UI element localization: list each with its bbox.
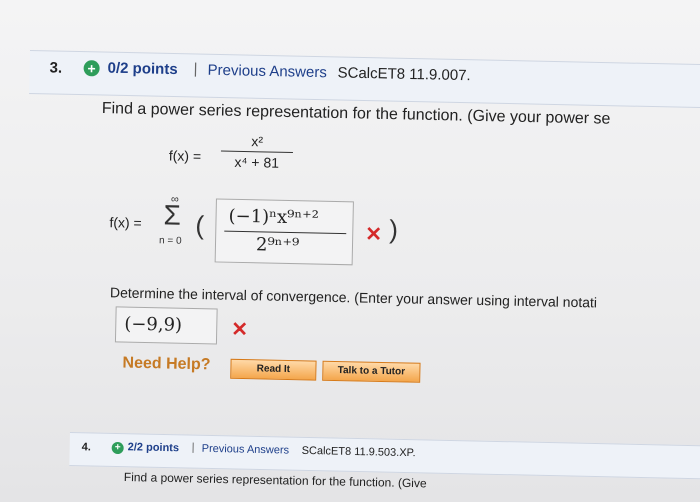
answer-denominator: 2⁹ⁿ⁺⁹ xyxy=(255,234,300,257)
series-answer-field[interactable]: (−1)ⁿx⁹ⁿ⁺² 2⁹ⁿ⁺⁹ xyxy=(214,198,354,266)
answer-numerator: (−1)ⁿx⁹ⁿ⁺² xyxy=(228,205,320,229)
talk-to-tutor-button[interactable]: Talk to a Tutor xyxy=(322,360,421,383)
fraction-bar xyxy=(224,230,347,235)
function-fraction: x² x⁴ + 81 xyxy=(220,132,294,171)
plus-circle-icon[interactable]: + xyxy=(83,60,100,77)
function-denominator: x⁴ + 81 xyxy=(234,153,280,171)
interval-answer-field[interactable]: (−9,9) xyxy=(114,306,218,345)
previous-answers-link[interactable]: Previous Answers xyxy=(202,443,290,457)
question-number: 3. xyxy=(49,59,63,77)
sigma-symbol: Σ xyxy=(163,199,182,231)
x-mark-icon: ✕ xyxy=(230,318,249,342)
points-link[interactable]: 2/2 points xyxy=(128,441,180,454)
question-code: SCalcET8 11.9.503.XP. xyxy=(301,444,416,460)
left-paren: ( xyxy=(195,210,205,241)
points-link[interactable]: 0/2 points xyxy=(107,60,177,78)
x-mark-icon: ✕ xyxy=(365,223,383,246)
page: 3. + 0/2 points | Previous Answers SCalc… xyxy=(0,0,700,502)
need-help-label: Need Help? xyxy=(122,354,211,374)
interval-prompt: Determine the interval of convergence. (… xyxy=(109,284,598,311)
question-number: 4. xyxy=(81,441,91,454)
question-prompt: Find a power series representation for t… xyxy=(123,470,427,491)
previous-answers-link[interactable]: Previous Answers xyxy=(207,62,327,81)
plus-circle-icon[interactable]: + xyxy=(111,441,124,455)
separator: | xyxy=(193,60,198,78)
function-numerator: x² xyxy=(220,132,294,154)
question-3-header: 3. + 0/2 points | Previous Answers SCalc… xyxy=(29,50,700,109)
series-label: f(x) = xyxy=(109,214,142,231)
separator: | xyxy=(191,441,195,454)
function-label: f(x) = xyxy=(168,147,202,165)
right-paren: ) xyxy=(389,214,399,245)
sigma-lower-limit: n = 0 xyxy=(158,235,182,247)
read-it-button[interactable]: Read It xyxy=(230,358,317,381)
question-code: SCalcET8 11.9.007. xyxy=(337,64,471,85)
